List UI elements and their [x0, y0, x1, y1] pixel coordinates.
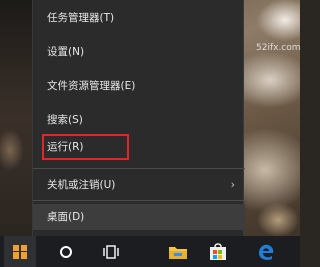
store-button[interactable] [200, 236, 236, 267]
watermark-text: 52ifx.com [256, 43, 301, 53]
taskbar [0, 236, 300, 267]
task-view-button[interactable] [95, 236, 127, 267]
wallpaper-left [0, 0, 32, 236]
winx-context-menu: 任务管理器(T) 设置(N) 文件资源管理器(E) 搜索(S) 运行(R) 关机… [32, 0, 245, 236]
cortana-icon [60, 245, 72, 258]
menu-item-file-explorer[interactable]: 文件资源管理器(E) [33, 73, 245, 99]
menu-separator [33, 200, 245, 201]
file-explorer-button[interactable] [160, 236, 196, 267]
menu-item-shutdown-signout[interactable]: 关机或注销(U) › [33, 172, 245, 198]
start-button[interactable] [4, 236, 36, 267]
annotation-highlight-box [42, 134, 129, 160]
menu-item-task-manager[interactable]: 任务管理器(T) [33, 5, 245, 31]
edge-icon [259, 244, 274, 260]
menu-item-label: 关机或注销(U) [47, 179, 116, 191]
store-icon [210, 242, 226, 260]
chevron-right-icon: › [230, 178, 235, 191]
edge-button[interactable] [248, 236, 284, 267]
menu-item-desktop[interactable]: 桌面(D) [33, 204, 245, 230]
menu-item-settings[interactable]: 设置(N) [33, 39, 245, 65]
menu-item-label: 文件资源管理器(E) [47, 80, 136, 92]
cortana-button[interactable] [50, 236, 82, 267]
menu-item-label: 设置(N) [47, 46, 85, 58]
menu-item-label: 任务管理器(T) [47, 12, 115, 24]
file-explorer-icon [169, 246, 187, 259]
menu-item-search[interactable]: 搜索(S) [33, 107, 245, 133]
windows-start-icon [13, 244, 27, 259]
menu-item-label: 搜索(S) [47, 114, 83, 126]
task-view-icon [103, 244, 119, 259]
menu-separator [33, 168, 245, 169]
menu-item-label: 桌面(D) [47, 211, 85, 223]
